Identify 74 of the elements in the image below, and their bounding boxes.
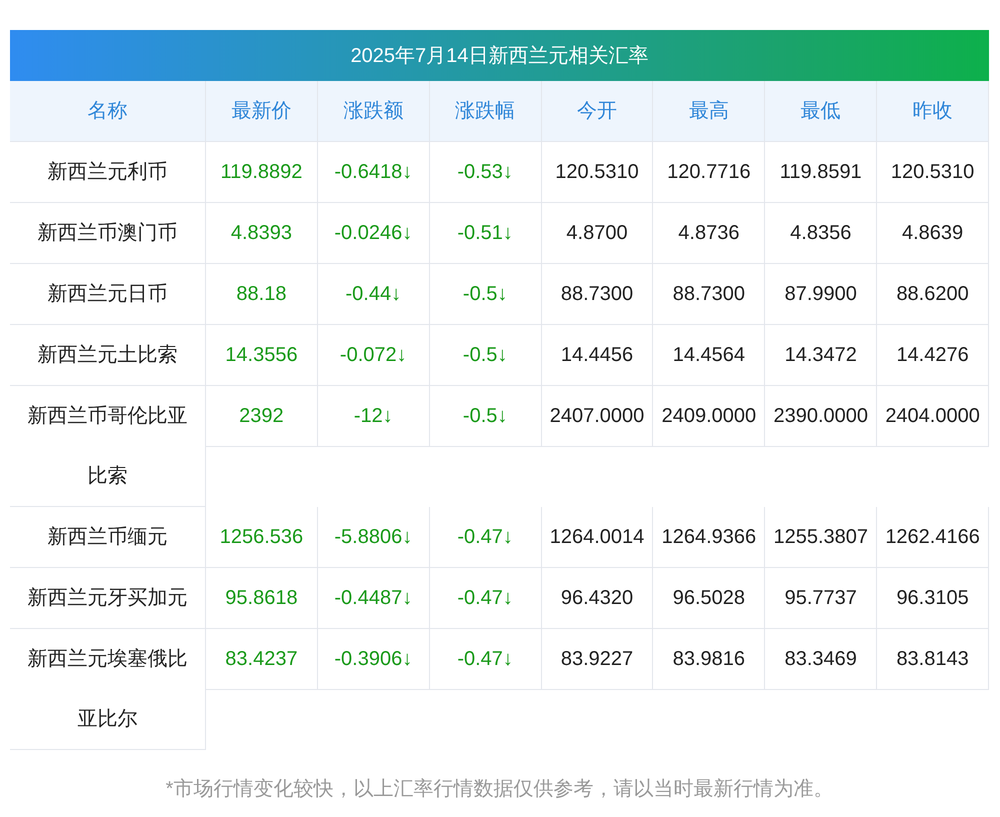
- table-cell: 2407.0000: [542, 386, 654, 447]
- table-cell: 14.4276: [877, 325, 990, 386]
- table-cell: 88.7300: [653, 264, 766, 325]
- column-header: 涨跌额: [318, 81, 430, 142]
- table-cell: 83.4237: [206, 629, 318, 690]
- table-cell: -0.6418↓: [318, 142, 430, 203]
- currency-name: 新西兰元土比索: [10, 325, 206, 386]
- table-cell: -0.5↓: [430, 264, 542, 325]
- table-cell: 119.8892: [206, 142, 318, 203]
- table-cell: 14.3472: [765, 325, 878, 386]
- table-cell: -5.8806↓: [318, 507, 430, 568]
- table-cell: 83.3469: [765, 629, 878, 690]
- column-header: 今开: [542, 81, 654, 142]
- table-cell: 14.3556: [206, 325, 318, 386]
- table-cell: 14.4456: [542, 325, 654, 386]
- table-cell: -0.47↓: [430, 629, 542, 690]
- table-cell: 1256.536: [206, 507, 318, 568]
- footnote: *市场行情变化较快，以上汇率行情数据仅供参考，请以当时最新行情为准。: [164, 777, 834, 802]
- currency-name: 新西兰元牙买加元: [10, 568, 206, 629]
- table-cell: 4.8639: [877, 203, 990, 264]
- table-cell: 83.9816: [653, 629, 766, 690]
- table-cell: 96.3105: [877, 568, 990, 629]
- currency-name: 新西兰币缅元: [10, 507, 206, 568]
- table-cell: -0.47↓: [430, 507, 542, 568]
- table-cell: 1264.0014: [542, 507, 654, 568]
- table-cell: 96.4320: [542, 568, 654, 629]
- table-cell: 120.5310: [542, 142, 654, 203]
- table-cell: 1262.4166: [877, 507, 990, 568]
- table-cell: 2409.0000: [653, 386, 766, 447]
- table-cell: 1255.3807: [765, 507, 878, 568]
- table-cell: 95.7737: [765, 568, 878, 629]
- table-cell: -0.3906↓: [318, 629, 430, 690]
- table-cell: 2404.0000: [877, 386, 990, 447]
- table-cell: 2392: [206, 386, 318, 447]
- table-cell: 120.5310: [877, 142, 990, 203]
- currency-name: 新西兰元日币: [10, 264, 206, 325]
- currency-name: 新西兰币澳门币: [10, 203, 206, 264]
- table-cell: -0.072↓: [318, 325, 430, 386]
- table-cell: -0.53↓: [430, 142, 542, 203]
- table-cell: 4.8356: [765, 203, 878, 264]
- table-cell: 4.8700: [542, 203, 654, 264]
- currency-name: 新西兰元利币: [10, 142, 206, 203]
- currency-name: 新西兰币哥伦比亚比索: [10, 386, 206, 507]
- table-cell: -0.0246↓: [318, 203, 430, 264]
- table-cell: 14.4564: [653, 325, 766, 386]
- table-title: 2025年7月14日新西兰元相关汇率: [350, 44, 648, 69]
- table-cell: 2390.0000: [765, 386, 878, 447]
- table-cell: -0.44↓: [318, 264, 430, 325]
- table-cell: 4.8736: [653, 203, 766, 264]
- column-header: 昨收: [877, 81, 990, 142]
- column-header: 最低: [765, 81, 878, 142]
- table-cell: 87.9900: [765, 264, 878, 325]
- table-cell: 119.8591: [765, 142, 878, 203]
- table-cell: 88.7300: [542, 264, 654, 325]
- table-cell: -0.47↓: [430, 568, 542, 629]
- table-cell: 83.9227: [542, 629, 654, 690]
- table-cell: 95.8618: [206, 568, 318, 629]
- currency-name: 新西兰元埃塞俄比亚比尔: [10, 629, 206, 750]
- table-cell: -0.5↓: [430, 386, 542, 447]
- table-cell: 83.8143: [877, 629, 990, 690]
- table-cell: 96.5028: [653, 568, 766, 629]
- column-header: 最新价: [206, 81, 318, 142]
- table-cell: 88.6200: [877, 264, 990, 325]
- column-header: 涨跌幅: [430, 81, 542, 142]
- column-header: 最高: [653, 81, 766, 142]
- table-cell: 1264.9366: [653, 507, 766, 568]
- column-header: 名称: [10, 81, 206, 142]
- table-cell: -0.5↓: [430, 325, 542, 386]
- table-cell: -0.51↓: [430, 203, 542, 264]
- table-cell: -12↓: [318, 386, 430, 447]
- table-cell: 4.8393: [206, 203, 318, 264]
- table-cell: -0.4487↓: [318, 568, 430, 629]
- table-cell: 120.7716: [653, 142, 766, 203]
- table-cell: 88.18: [206, 264, 318, 325]
